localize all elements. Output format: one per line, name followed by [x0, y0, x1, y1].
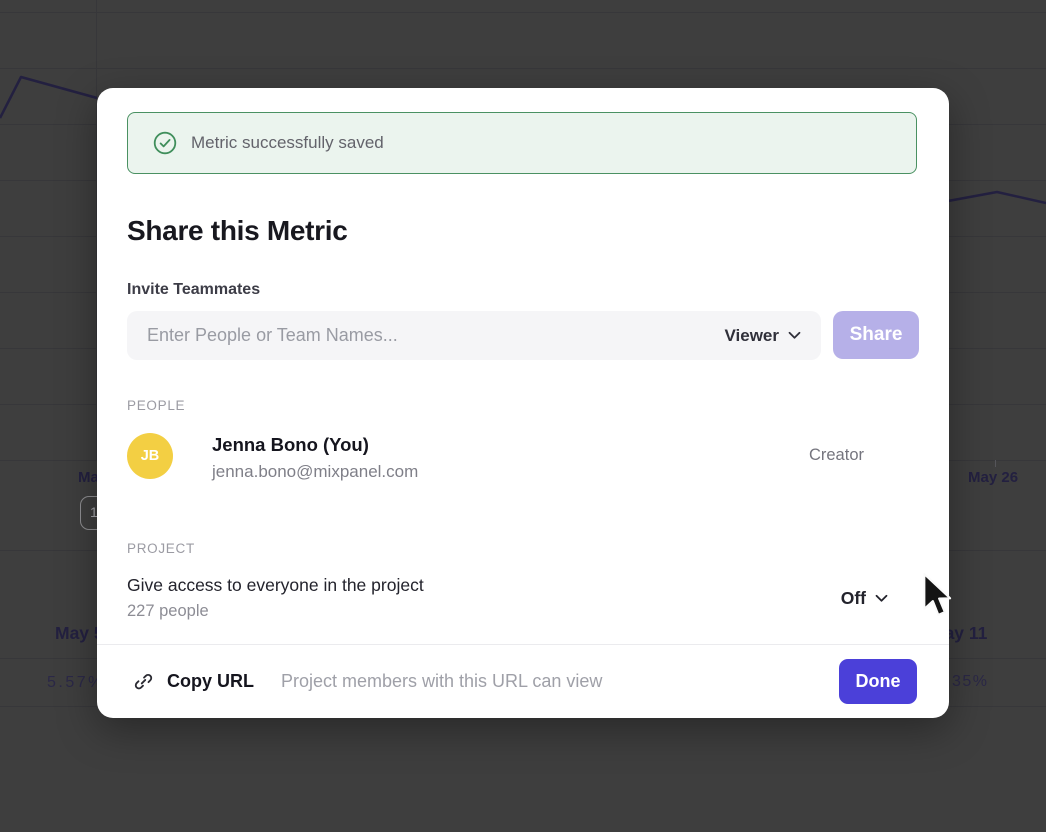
person-role: Creator: [809, 446, 864, 465]
done-button[interactable]: Done: [839, 659, 917, 704]
x-axis-label: May 26: [968, 469, 1018, 486]
invite-field[interactable]: Viewer: [127, 311, 821, 360]
toast-message: Metric successfully saved: [191, 133, 384, 153]
share-metric-modal: Metric successfully saved Share this Met…: [97, 88, 949, 718]
check-circle-icon: [153, 131, 177, 155]
metric-value: 5.57%: [47, 674, 97, 692]
project-access-value: Off: [841, 588, 866, 609]
project-access-title: Give access to everyone in the project: [127, 575, 424, 596]
person-row: JB Jenna Bono (You) jenna.bono@mixpanel.…: [127, 432, 919, 479]
chart-gridline: [0, 68, 1046, 69]
avatar: JB: [127, 433, 173, 479]
x-axis-label: May: [78, 469, 97, 486]
project-section-label: PROJECT: [127, 541, 195, 556]
chart-gridline: [0, 12, 1046, 13]
chevron-down-icon: [788, 331, 801, 340]
person-email: jenna.bono@mixpanel.com: [212, 462, 418, 482]
footer-hint: Project members with this URL can view: [281, 671, 602, 692]
invite-teammates-label: Invite Teammates: [127, 281, 260, 299]
table-date-label: May 11: [949, 623, 994, 644]
table-date-label: May 5: [55, 623, 97, 644]
link-icon: [133, 671, 154, 692]
role-dropdown-value: Viewer: [724, 326, 779, 346]
invite-people-input[interactable]: [147, 325, 724, 346]
metric-value: 35%: [952, 673, 997, 691]
copy-url-label: Copy URL: [167, 671, 254, 692]
project-access-dropdown[interactable]: Off: [841, 588, 888, 609]
copy-url-button[interactable]: Copy URL: [133, 671, 254, 692]
axis-tick: [995, 460, 996, 467]
people-section-label: PEOPLE: [127, 398, 185, 413]
modal-footer: Copy URL Project members with this URL c…: [97, 645, 949, 718]
modal-title: Share this Metric: [127, 215, 348, 247]
project-people-count: 227 people: [127, 602, 209, 621]
invite-row: Viewer Share: [127, 311, 919, 360]
success-toast: Metric successfully saved: [127, 112, 917, 174]
role-dropdown[interactable]: Viewer: [724, 326, 801, 346]
person-name: Jenna Bono (You): [212, 434, 369, 456]
share-button[interactable]: Share: [833, 311, 919, 359]
chevron-down-icon: [875, 594, 888, 603]
